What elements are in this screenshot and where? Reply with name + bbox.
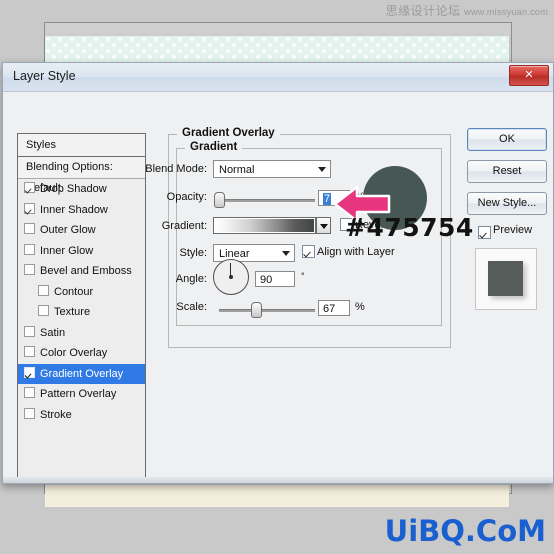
scale-slider-track[interactable] bbox=[219, 309, 315, 312]
blend-mode-select[interactable]: Normal bbox=[213, 160, 331, 178]
styles-list-header: Styles bbox=[18, 134, 145, 157]
styles-item-checkbox[interactable] bbox=[24, 243, 35, 255]
scale-label: Scale: bbox=[176, 301, 207, 313]
styles-item-satin[interactable]: Satin bbox=[18, 323, 145, 344]
watermark-bottom: UiBQ.CoM bbox=[384, 514, 546, 548]
styles-item-label: Inner Shadow bbox=[40, 203, 108, 216]
chevron-down-icon bbox=[318, 167, 326, 172]
gradient-overlay-group-title: Gradient Overlay bbox=[177, 127, 280, 139]
watermark-top: 思缘设计论坛 www.missyuan.com bbox=[386, 2, 548, 19]
styles-item-label: Contour bbox=[54, 285, 94, 298]
styles-item-checkbox[interactable] bbox=[38, 284, 49, 296]
cream-band bbox=[45, 485, 509, 507]
angle-dial[interactable] bbox=[213, 259, 249, 295]
styles-item-label: Stroke bbox=[40, 408, 72, 421]
styles-item-label: Pattern Overlay bbox=[40, 388, 117, 400]
layer-preview-shape bbox=[488, 261, 523, 296]
styles-item-checkbox[interactable] bbox=[24, 202, 35, 214]
angle-unit: ° bbox=[301, 271, 305, 281]
styles-item-color-overlay[interactable]: Color Overlay bbox=[18, 343, 145, 364]
scale-unit: % bbox=[355, 301, 365, 313]
dialog-body: Styles Blending Options: Default Drop Sh… bbox=[3, 92, 553, 483]
hex-color-annotation: #475754 bbox=[345, 213, 474, 242]
new-style-button[interactable]: New Style... bbox=[467, 192, 547, 215]
blend-mode-value: Normal bbox=[219, 164, 255, 176]
dialog-titlebar[interactable]: Layer Style ✕ bbox=[3, 63, 553, 92]
styles-item-checkbox[interactable] bbox=[24, 264, 35, 275]
styles-item-checkbox[interactable] bbox=[24, 325, 35, 337]
styles-item-label: Drop Shadow bbox=[40, 183, 107, 195]
styles-item-checkbox[interactable] bbox=[38, 305, 49, 316]
gradient-label: Gradient: bbox=[161, 220, 207, 232]
styles-item-checkbox[interactable] bbox=[24, 407, 35, 419]
gradient-dropdown-button[interactable] bbox=[316, 217, 331, 234]
styles-item-gradient-overlay[interactable]: Gradient Overlay bbox=[18, 363, 145, 384]
styles-item-label: Gradient Overlay bbox=[40, 367, 124, 380]
styles-item-checkbox[interactable] bbox=[24, 346, 35, 357]
dialog-buttons: OK Reset New Style... Preview bbox=[467, 128, 547, 310]
styles-item-label: Outer Glow bbox=[40, 224, 96, 236]
gradient-group-title: Gradient bbox=[185, 141, 243, 153]
angle-label: Angle: bbox=[175, 273, 207, 285]
layer-preview-thumbnail bbox=[475, 248, 537, 310]
styles-item-label: Texture bbox=[54, 306, 91, 318]
style-value: Linear bbox=[219, 248, 250, 260]
styles-item-label: Inner Glow bbox=[40, 244, 94, 257]
scale-slider-knob[interactable] bbox=[251, 302, 262, 318]
chevron-down-icon bbox=[282, 251, 290, 256]
styles-item-checkbox[interactable] bbox=[24, 223, 35, 234]
opacity-value: 7 bbox=[323, 193, 332, 205]
styles-item-label: Satin bbox=[40, 326, 66, 339]
watermark-top-cn: 思缘设计论坛 bbox=[385, 4, 461, 18]
dialog-title: Layer Style bbox=[13, 69, 76, 83]
dialog-footer bbox=[3, 477, 553, 483]
gradient-preview-bar[interactable] bbox=[213, 217, 316, 234]
angle-dial-hub bbox=[228, 275, 233, 279]
styles-item-checkbox[interactable] bbox=[24, 366, 35, 378]
align-with-layer-checkbox[interactable] bbox=[302, 245, 315, 258]
gradient-preview-fill bbox=[215, 219, 314, 232]
preview-checkbox[interactable] bbox=[478, 226, 491, 239]
align-with-layer-label: Align with Layer bbox=[317, 246, 395, 258]
blend-mode-label: Blend Mode: bbox=[145, 163, 207, 175]
preview-label: Preview bbox=[493, 224, 533, 236]
opacity-label: Opacity: bbox=[166, 191, 207, 203]
styles-item-stroke[interactable]: Stroke bbox=[18, 405, 145, 426]
angle-input[interactable]: 90 bbox=[255, 271, 295, 287]
angle-value: 90 bbox=[260, 274, 273, 286]
opacity-slider-track[interactable] bbox=[219, 199, 315, 202]
scale-input[interactable]: 67 bbox=[318, 300, 350, 316]
layer-style-dialog: Layer Style ✕ Styles Blending Options: D… bbox=[2, 62, 554, 484]
opacity-slider-knob[interactable] bbox=[214, 192, 225, 208]
styles-item-checkbox[interactable] bbox=[24, 387, 35, 398]
scale-value: 67 bbox=[323, 303, 336, 315]
styles-item-label: Color Overlay bbox=[40, 347, 108, 359]
preview-row: Preview bbox=[467, 224, 545, 240]
watermark-top-url: www.missyuan.com bbox=[464, 7, 548, 17]
style-label: Style: bbox=[179, 247, 207, 259]
styles-item-checkbox[interactable] bbox=[24, 182, 35, 193]
ok-button[interactable]: OK bbox=[467, 128, 547, 151]
close-icon[interactable]: ✕ bbox=[509, 65, 549, 86]
chevron-down-icon bbox=[320, 224, 328, 229]
reset-button[interactable]: Reset bbox=[467, 160, 547, 183]
styles-item-pattern-overlay[interactable]: Pattern Overlay bbox=[18, 384, 145, 405]
